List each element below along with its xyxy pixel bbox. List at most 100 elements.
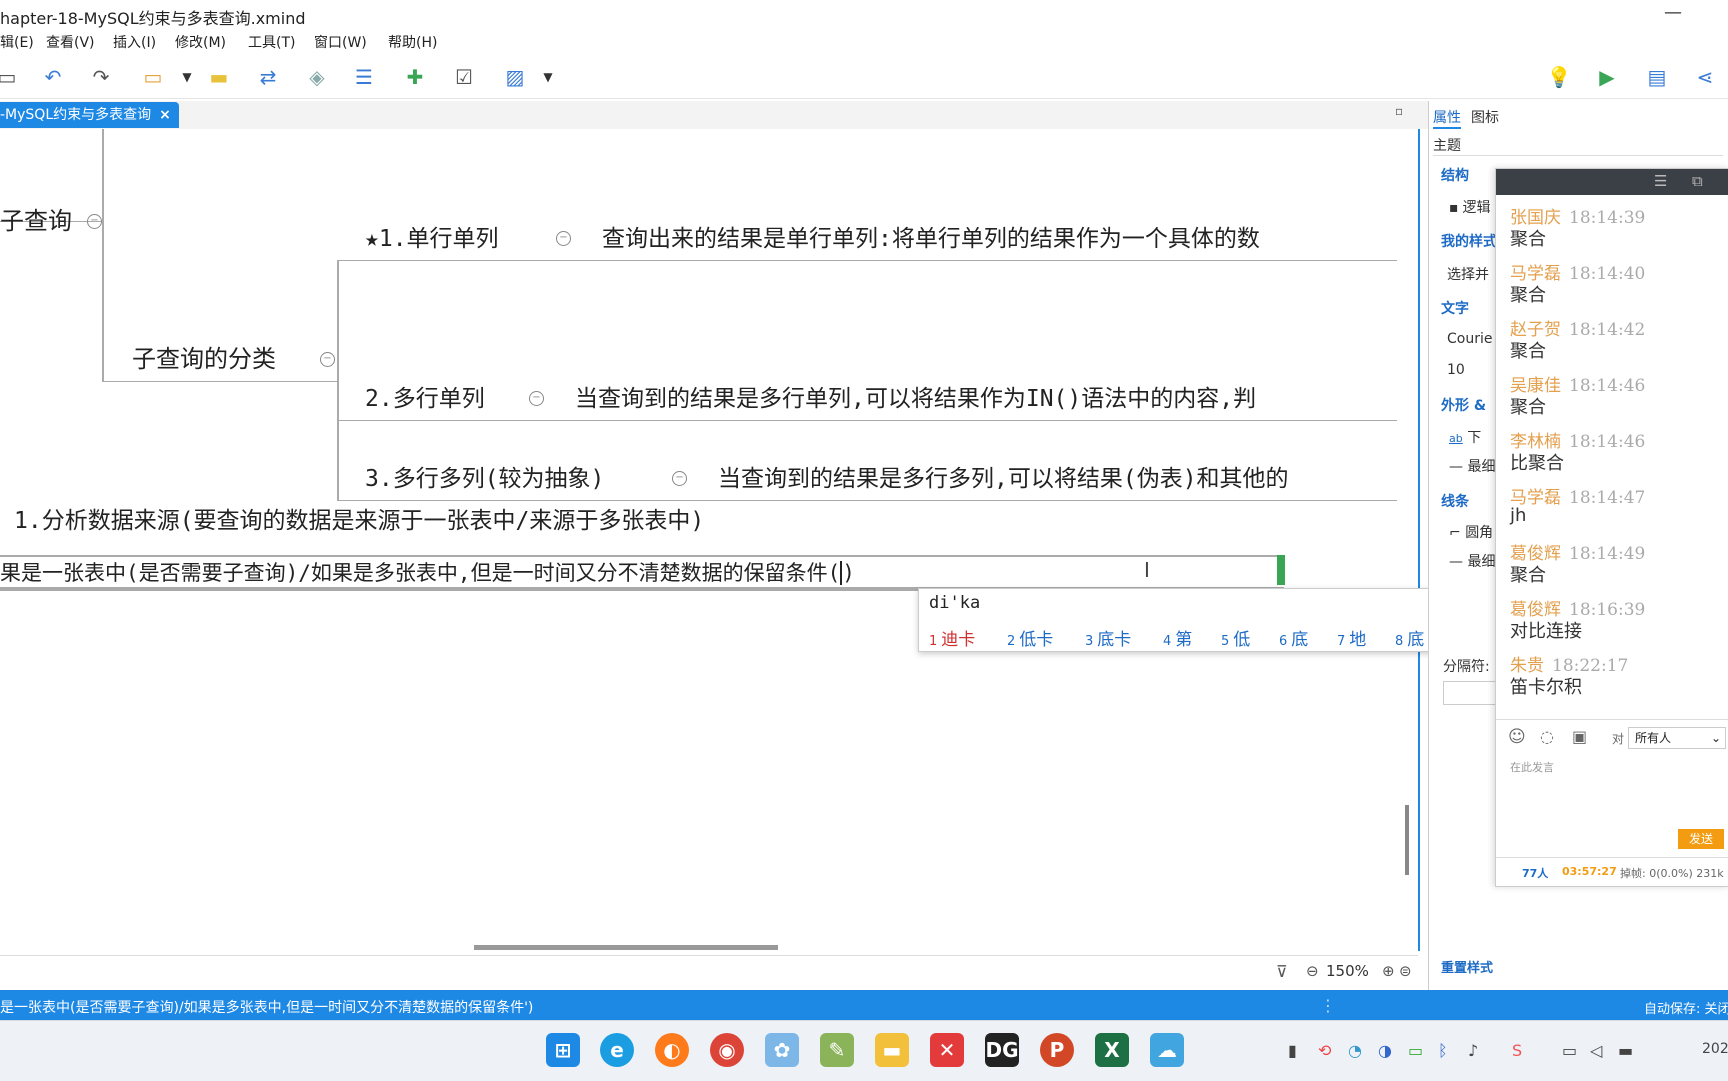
- topic-multi-col[interactable]: 3.多行多列(较为抽象): [365, 459, 604, 493]
- collapse-icon[interactable]: −: [87, 214, 102, 229]
- bubble-icon[interactable]: ◌: [1540, 727, 1554, 746]
- menu-icon[interactable]: ☰: [1654, 172, 1667, 190]
- powerpoint-icon[interactable]: P: [1040, 1033, 1074, 1067]
- ime-candidate-4[interactable]: 4第: [1163, 625, 1192, 650]
- menu-tools[interactable]: 工具(T): [248, 32, 295, 52]
- collapse-icon[interactable]: −: [672, 471, 687, 486]
- topic-single-row[interactable]: ★1.单行单列: [365, 219, 499, 253]
- ime-candidate-3[interactable]: 3 底卡: [1085, 625, 1131, 650]
- menu-view[interactable]: 查看(V): [46, 32, 95, 52]
- section-text[interactable]: 文字: [1441, 298, 1469, 318]
- recipient-select[interactable]: 所有人 ⌄: [1628, 727, 1726, 749]
- zoom-fit-icon[interactable]: ⊜: [1399, 962, 1412, 980]
- excel-icon[interactable]: X: [1095, 1033, 1129, 1067]
- firefox-icon[interactable]: ◐: [655, 1033, 689, 1067]
- menu-help[interactable]: 帮助(H): [388, 32, 437, 52]
- topic-icon[interactable]: ▭: [140, 64, 166, 90]
- ime-candidate-6[interactable]: 6底: [1279, 625, 1308, 650]
- app2-icon[interactable]: ✎: [820, 1033, 854, 1067]
- zoom-out-icon[interactable]: ⊖: [1306, 962, 1319, 980]
- emoji-icon[interactable]: ☺: [1508, 727, 1526, 747]
- edit-resize-handle[interactable]: [1277, 555, 1285, 585]
- menu-modify[interactable]: 修改(M): [175, 32, 226, 52]
- zoom-level[interactable]: 150%: [1326, 962, 1369, 980]
- tray-icon[interactable]: ◑: [1378, 1041, 1392, 1060]
- clock[interactable]: 202: [1702, 1041, 1728, 1057]
- line-width-field[interactable]: — 最细: [1449, 551, 1495, 571]
- ime-candidate-5[interactable]: 5低: [1221, 625, 1250, 650]
- battery-icon[interactable]: ▬: [1618, 1041, 1633, 1060]
- share-icon[interactable]: ⋖: [1692, 64, 1718, 90]
- topic-single-row-desc[interactable]: 查询出来的结果是单行单列:将单行单列的结果作为一个具体的数: [602, 219, 1260, 253]
- minimize-button[interactable]: —: [1664, 2, 1682, 23]
- border-width-field[interactable]: — 最细: [1449, 456, 1495, 476]
- xmind-icon[interactable]: ✕: [930, 1033, 964, 1067]
- label-icon[interactable]: ☑: [451, 64, 477, 90]
- app-icon[interactable]: ✿: [765, 1033, 799, 1067]
- tray-icon[interactable]: S: [1512, 1041, 1522, 1060]
- popout-icon[interactable]: ⧉: [1692, 172, 1703, 190]
- topic-multi-col-desc[interactable]: 当查询到的结果是多行多列,可以将结果(伪表)和其他的: [718, 459, 1289, 493]
- tray-icon[interactable]: ◔: [1348, 1041, 1362, 1060]
- section-structure[interactable]: 结构: [1441, 165, 1469, 185]
- file-explorer-icon[interactable]: ▬: [875, 1033, 909, 1067]
- close-icon[interactable]: ×: [159, 107, 171, 123]
- ime-candidate-2[interactable]: 2 低卡: [1007, 625, 1053, 650]
- menu-insert[interactable]: 插入(I): [113, 32, 156, 52]
- undo-icon[interactable]: ↶: [40, 64, 66, 90]
- collapse-icon[interactable]: −: [529, 391, 544, 406]
- chrome-icon[interactable]: ◉: [710, 1033, 744, 1067]
- section-line[interactable]: 线条: [1441, 491, 1469, 511]
- menu-window[interactable]: 窗口(W): [314, 32, 367, 52]
- topic-multi-row-desc[interactable]: 当查询到的结果是多行单列,可以将结果作为IN()语法中的内容,判: [575, 379, 1256, 413]
- reset-style-link[interactable]: 重置样式: [1441, 957, 1493, 976]
- boundary-icon[interactable]: ☰: [351, 64, 377, 90]
- topic-subquery-category[interactable]: 子查询的分类: [132, 339, 276, 374]
- tab-icons[interactable]: 图标: [1471, 107, 1499, 127]
- network-icon[interactable]: ▭: [1562, 1041, 1577, 1060]
- cloud-icon[interactable]: ☁: [1150, 1033, 1184, 1067]
- ime-candidate-1[interactable]: 1 迪卡: [929, 625, 975, 650]
- topic-subquery[interactable]: 子查询: [0, 201, 72, 236]
- ime-candidate-window[interactable]: di'ka 1迪卡 2低卡 3底卡 4第 5低 6底 7地 8底 ‹ ›: [918, 588, 1480, 652]
- microphone-icon[interactable]: ♪: [1468, 1041, 1478, 1060]
- layout-icon[interactable]: ▤: [1644, 64, 1670, 90]
- font-size-field[interactable]: 10: [1447, 362, 1465, 378]
- topic-multi-row[interactable]: 2.多行单列: [365, 379, 485, 413]
- idea-icon[interactable]: 💡: [1546, 64, 1572, 90]
- ime-candidate-8[interactable]: 8底: [1395, 625, 1424, 650]
- topic-edit-text[interactable]: 果是一张表中(是否需要子查询)/如果是多张表中,但是一时间又分不清楚数据的保留条…: [0, 557, 855, 587]
- tray-icon[interactable]: ⟲: [1318, 1041, 1331, 1060]
- collapse-icon[interactable]: −: [320, 352, 335, 367]
- horizontal-scrollbar[interactable]: [474, 945, 778, 950]
- windows-start-icon[interactable]: ⊞: [546, 1033, 580, 1067]
- autosave-status[interactable]: 自动保存: 关闭: [1644, 998, 1728, 1017]
- dropdown-icon[interactable]: ▼: [174, 64, 200, 90]
- volume-icon[interactable]: ◁: [1590, 1041, 1602, 1060]
- redo-icon[interactable]: ↷: [88, 64, 114, 90]
- style-select[interactable]: 选择并: [1447, 264, 1489, 284]
- section-shape[interactable]: 外形 &: [1441, 395, 1486, 415]
- collapse-icon[interactable]: −: [556, 231, 571, 246]
- topic-analyze-source[interactable]: 1.分析数据来源(要查询的数据是来源于一张表中/来源于多张表中): [14, 501, 704, 535]
- subtopic-icon[interactable]: ✚: [402, 64, 428, 90]
- ime-candidate-7[interactable]: 7地: [1337, 625, 1366, 650]
- summary-icon[interactable]: ◈: [304, 64, 330, 90]
- bluetooth-icon[interactable]: ᛒ: [1438, 1041, 1448, 1060]
- edge-icon[interactable]: e: [600, 1033, 634, 1067]
- line-shape-field[interactable]: ⌐ 圆角: [1449, 522, 1493, 542]
- tray-icon[interactable]: ▮: [1288, 1041, 1297, 1060]
- presentation-icon[interactable]: ▶: [1594, 64, 1620, 90]
- editor-tab[interactable]: -MySQL约束与多表查询 ×: [0, 102, 179, 128]
- callout-icon[interactable]: ▬: [206, 64, 232, 90]
- image-dropdown-icon[interactable]: ▼: [535, 64, 561, 90]
- datagrip-icon[interactable]: DG: [985, 1033, 1019, 1067]
- structure-icon[interactable]: ▪ 逻辑: [1449, 197, 1491, 217]
- chat-input[interactable]: 在此发言: [1510, 759, 1554, 775]
- section-my-style[interactable]: 我的样式: [1441, 231, 1497, 251]
- vertical-scrollbar[interactable]: [1405, 805, 1409, 875]
- send-button[interactable]: 发送: [1678, 829, 1724, 849]
- menu-edit[interactable]: 辑(E): [0, 32, 34, 52]
- maximize-view-icon[interactable]: ▫: [1395, 104, 1403, 118]
- image-icon[interactable]: ▨: [502, 64, 528, 90]
